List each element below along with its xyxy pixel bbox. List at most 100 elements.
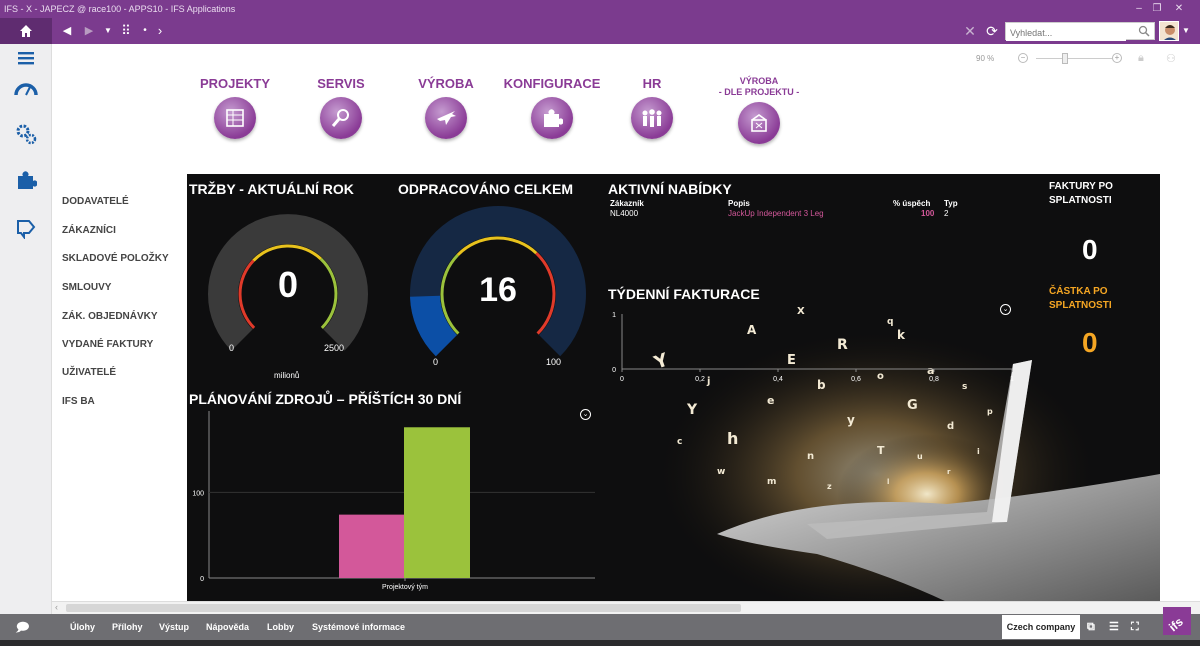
svg-text:r: r: [947, 468, 951, 476]
zoom-out-icon[interactable]: −: [1018, 53, 1028, 63]
restore-icon[interactable]: ❐: [1150, 0, 1164, 18]
weekly-invoicing-title: TÝDENNÍ FAKTURACE: [608, 286, 760, 302]
chevron-right-icon[interactable]: ›: [154, 18, 166, 44]
offers-header-success: % úspěch: [893, 199, 931, 208]
svg-text:ifs: ifs: [1166, 614, 1186, 634]
zoom-slider-handle[interactable]: [1062, 53, 1068, 64]
forward-icon[interactable]: ▶: [82, 18, 96, 44]
worked-gauge-title: ODPRACOVÁNO CELKEM: [398, 181, 574, 197]
nav-extensions[interactable]: [12, 166, 40, 194]
minimize-icon[interactable]: –: [1132, 0, 1146, 18]
svg-text:d: d: [947, 421, 954, 432]
notes-icon[interactable]: ☰: [1109, 614, 1119, 640]
module-projects[interactable]: PROJEKTY: [185, 76, 285, 139]
zoom-level: 90 %: [976, 54, 995, 63]
link-ifs-ba[interactable]: IFS BA: [62, 396, 95, 407]
lock-icon[interactable]: 🔒︎: [1138, 52, 1144, 65]
link-customers[interactable]: ZÁKAZNÍCI: [62, 225, 116, 236]
refresh-icon[interactable]: ⟳: [984, 18, 1000, 44]
user-menu-chevron-icon[interactable]: ▼: [1181, 18, 1191, 44]
nav-dashboard[interactable]: [12, 74, 40, 102]
link-inventory-parts[interactable]: SKLADOVÉ POLOŽKY: [62, 253, 169, 264]
zoom-in-icon[interactable]: +: [1112, 53, 1122, 63]
due-amount-title-line1: ČÁSTKA PO: [1049, 286, 1108, 297]
module-label: SERVIS: [317, 76, 365, 91]
puzzle-icon: [18, 171, 37, 189]
planning-category-label: Projektový tým: [382, 584, 428, 591]
link-suppliers[interactable]: DODAVATELÉ: [62, 196, 129, 207]
module-label: PROJEKTY: [199, 76, 271, 91]
factory-icon: [738, 102, 780, 144]
company-selector[interactable]: Czech company: [1002, 615, 1080, 639]
status-item-attachments[interactable]: Přílohy: [112, 614, 143, 640]
offers-row-customer[interactable]: NL4000: [610, 209, 638, 218]
home-button[interactable]: [0, 18, 52, 44]
history-dropdown-icon[interactable]: ▼: [102, 18, 114, 44]
svg-text:h: h: [727, 429, 738, 448]
module-service[interactable]: SERVIS: [291, 76, 391, 139]
weekly-y-tick-label: 1: [612, 312, 616, 319]
users-icon[interactable]: ⚇: [1166, 52, 1176, 65]
status-item-output[interactable]: Výstup: [159, 614, 189, 640]
close-window-icon[interactable]: ✕: [1172, 0, 1186, 18]
weekly-x-tick-label: 0,2: [695, 376, 705, 383]
sales-gauge-title: TRŽBY - AKTUÁLNÍ ROK: [189, 181, 354, 197]
tag-icon: [17, 220, 36, 239]
module-production[interactable]: VÝROBA: [396, 76, 496, 139]
planning-y-tick-label: 100: [192, 490, 204, 497]
planning-chart: 0 100 Projektový tým: [192, 411, 595, 591]
weekly-x-tick-label: 0,8: [929, 376, 939, 383]
module-hr[interactable]: HR: [602, 76, 702, 139]
home-icon: [20, 25, 32, 37]
fullscreen-icon[interactable]: ⛶: [1131, 614, 1139, 640]
people-icon: [631, 97, 673, 139]
windows-icon[interactable]: ⧉: [1087, 614, 1095, 640]
menu-button[interactable]: [12, 44, 40, 72]
service-icon: [320, 97, 362, 139]
avatar[interactable]: [1159, 21, 1179, 41]
planning-bar: [339, 514, 405, 578]
module-label: VÝROBA: [739, 76, 779, 86]
due-invoices-title-line1: FAKTURY PO: [1049, 181, 1113, 192]
status-bar: 🗩 Úlohy Přílohy Výstup Nápověda Lobby Sy…: [0, 607, 1200, 640]
module-sublabel: - DLE PROJEKTU -: [718, 87, 800, 97]
scroll-left-icon[interactable]: ‹: [55, 602, 58, 612]
status-item-help[interactable]: Nápověda: [206, 614, 249, 640]
search-icon[interactable]: [1138, 25, 1150, 37]
weekly-y-tick-label: 0: [612, 367, 616, 374]
apps-grid-icon[interactable]: ⠿: [118, 18, 134, 44]
planning-bar: [404, 427, 470, 578]
nav-tags[interactable]: [12, 214, 40, 242]
dot-icon[interactable]: •: [140, 18, 150, 44]
scrollbar-thumb[interactable]: [66, 604, 741, 612]
close-icon[interactable]: ✕: [962, 18, 978, 44]
link-contracts[interactable]: SMLOUVY: [62, 282, 111, 293]
horizontal-scrollbar[interactable]: ‹: [52, 601, 1200, 614]
link-users[interactable]: UŽIVATELÉ: [62, 367, 116, 378]
chat-icon[interactable]: 🗩: [16, 614, 29, 640]
sales-gauge-unit: milionů: [274, 371, 300, 380]
status-item-tasks[interactable]: Úlohy: [70, 614, 95, 640]
search-input[interactable]: [1006, 25, 1126, 41]
zoom-slider-track[interactable]: [1036, 58, 1112, 59]
status-item-system-info[interactable]: Systémové informace: [312, 614, 405, 640]
svg-text:n: n: [807, 451, 814, 462]
status-item-lobby[interactable]: Lobby: [267, 614, 294, 640]
offers-row-description[interactable]: JackUp Independent 3 Leg: [728, 209, 824, 218]
worked-gauge-max: 100: [546, 357, 562, 367]
hamburger-icon: [18, 52, 34, 65]
back-icon[interactable]: ◀: [60, 18, 74, 44]
svg-text:l: l: [887, 478, 889, 486]
module-configuration[interactable]: KONFIGURACE: [502, 76, 602, 139]
module-project-production[interactable]: VÝROBA - DLE PROJEKTU -: [709, 76, 809, 144]
svg-text:Y: Y: [686, 402, 698, 418]
sales-gauge-min: 0: [229, 343, 235, 353]
offers-header-type: Typ: [944, 199, 958, 208]
svg-text:y: y: [847, 413, 855, 427]
offers-row-success: 100: [921, 209, 935, 218]
module-label: KONFIGURACE: [503, 76, 601, 91]
weekly-x-tick-label: 0,6: [851, 376, 861, 383]
nav-settings[interactable]: [12, 120, 40, 148]
link-issued-invoices[interactable]: VYDANÉ FAKTURY: [62, 339, 153, 350]
link-customer-orders[interactable]: ZÁK. OBJEDNÁVKY: [62, 311, 158, 322]
